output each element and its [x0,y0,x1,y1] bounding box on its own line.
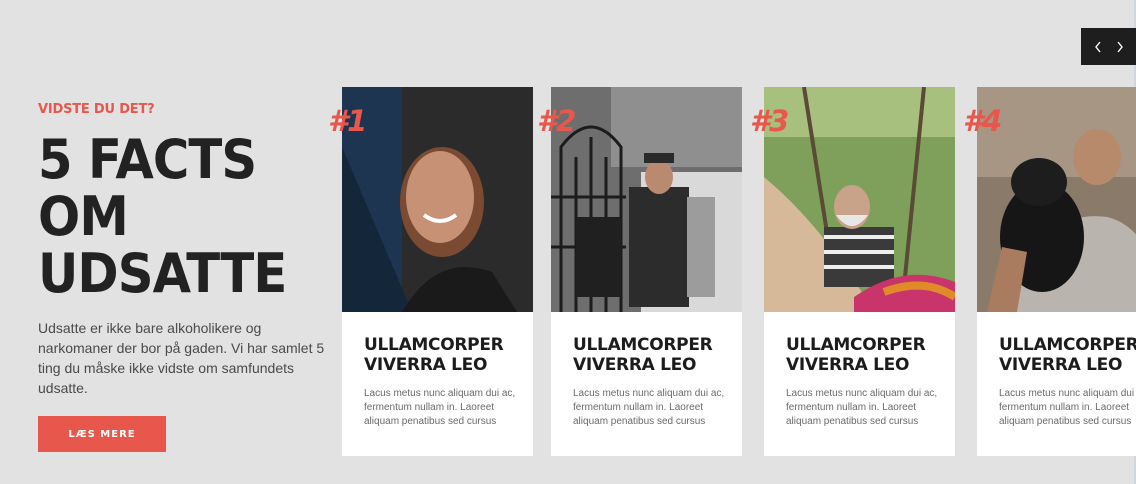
read-more-button[interactable]: LÆS MERE [38,416,166,452]
card-title: ULLAMCORPER VIVERRA LEO [786,335,926,375]
carousel-prev-button[interactable] [1092,39,1104,55]
fact-card-1[interactable]: ULLAMCORPER VIVERRA LEO Lacus metus nunc… [342,87,533,456]
card-text: Lacus metus nunc aliquam dui ac, ferment… [786,388,938,427]
card-text: Lacus metus nunc aliquam dui ac, ferment… [364,388,516,427]
card-text: Lacus metus nunc aliquam dui ac, ferment… [573,388,725,427]
eyebrow-label: VIDSTE DU DET? [38,102,155,117]
chevron-right-icon [1116,41,1123,52]
card-title: ULLAMCORPER VIVERRA LEO [999,335,1136,375]
card-text: Lacus metus nunc aliquam dui ac, ferment… [999,388,1136,427]
card-number-badge-1: #1 [328,104,367,138]
card-number-badge-4: #4 [963,104,1002,138]
title-line-2: OM [38,185,129,248]
page-title: 5 FACTS OM UDSATTE [38,131,314,302]
title-line-3: UDSATTE [38,242,287,305]
card-title: ULLAMCORPER VIVERRA LEO [364,335,504,375]
intro-description: Udsatte er ikke bare alkoholikere og nar… [38,320,325,396]
card-number-badge-3: #3 [750,104,789,138]
card-title: ULLAMCORPER VIVERRA LEO [573,335,713,375]
card-photo-woman [342,87,533,312]
card-number-badge-2: #2 [537,104,576,138]
fact-card-2[interactable]: ULLAMCORPER VIVERRA LEO Lacus metus nunc… [551,87,742,456]
fact-card-4[interactable]: ULLAMCORPER VIVERRA LEO Lacus metus nunc… [977,87,1136,456]
title-line-1: 5 FACTS [38,128,257,191]
carousel-nav [1081,28,1136,65]
chevron-left-icon [1094,41,1101,52]
fact-card-3[interactable]: ULLAMCORPER VIVERRA LEO Lacus metus nunc… [764,87,955,456]
carousel-next-button[interactable] [1114,39,1126,55]
card-photo-man-gate [551,87,742,312]
card-photo-man-swing [764,87,955,312]
intro-section: VIDSTE DU DET? 5 FACTS OM UDSATTE Udsatt… [38,102,338,452]
